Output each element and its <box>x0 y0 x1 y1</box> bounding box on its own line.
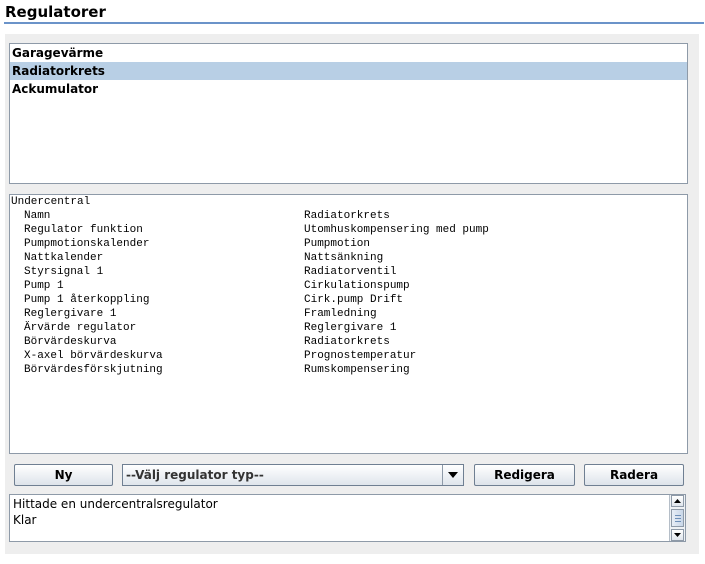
list-item-garagevarme[interactable]: Garagevärme <box>10 44 687 62</box>
list-item-ackumulator[interactable]: Ackumulator <box>10 80 687 98</box>
detail-key: Börvärdeskurva <box>24 336 117 348</box>
detail-row: X-axel börvärdeskurva Prognostemperatur <box>10 350 687 364</box>
status-line: Hittade en undercentralsregulator <box>13 497 218 511</box>
arrow-down-icon <box>674 533 681 537</box>
detail-key: Pump 1 återkoppling <box>24 294 150 306</box>
detail-value: Radiatorkrets <box>304 210 390 222</box>
arrow-up-icon <box>674 499 681 503</box>
detail-value: Radiatorventil <box>304 266 397 278</box>
regulator-list[interactable]: Garagevärme Radiatorkrets Ackumulator <box>9 43 688 184</box>
status-line: Klar <box>13 513 37 527</box>
detail-value: Pumpmotion <box>304 238 371 250</box>
detail-value: Framledning <box>304 308 377 320</box>
detail-key: Styrsignal 1 <box>24 266 104 278</box>
title-divider <box>4 22 704 24</box>
edit-button[interactable]: Redigera <box>474 464 575 486</box>
detail-row: Börvärdeskurva Radiatorkrets <box>10 336 687 350</box>
scroll-thumb[interactable] <box>671 509 684 527</box>
detail-key: X-axel börvärdeskurva <box>24 350 163 362</box>
detail-row: Pump 1 återkoppling Cirk.pump Drift <box>10 294 687 308</box>
detail-value: Utomhuskompensering med pump <box>304 224 489 236</box>
detail-key: Pump 1 <box>24 280 64 292</box>
dropdown-button[interactable] <box>442 465 463 485</box>
detail-row: Pump 1 Cirkulationspump <box>10 280 687 294</box>
detail-value: Nattsänkning <box>304 252 384 264</box>
list-item-radiatorkrets[interactable]: Radiatorkrets <box>10 62 687 80</box>
detail-row: Börvärdesförskjutning Rumskompensering <box>10 364 687 378</box>
detail-value: Rumskompensering <box>304 364 410 376</box>
regulator-type-value: --Välj regulator typ-- <box>126 468 264 482</box>
scroll-down-button[interactable] <box>671 529 684 541</box>
detail-key: Nattkalender <box>24 252 104 264</box>
detail-row: Styrsignal 1 Radiatorventil <box>10 266 687 280</box>
detail-row: Regulator funktion Utomhuskompensering me… <box>10 224 687 238</box>
detail-row: Namn Radiatorkrets <box>10 210 687 224</box>
detail-key: Börvärdesförskjutning <box>24 364 163 376</box>
details-header: Undercentral <box>11 196 91 208</box>
detail-row: Reglergivare 1 Framledning <box>10 308 687 322</box>
detail-value: Cirkulationspump <box>304 280 410 292</box>
page-title: Regulatorer <box>5 3 106 21</box>
detail-value: Radiatorkrets <box>304 336 390 348</box>
delete-button[interactable]: Radera <box>584 464 684 486</box>
new-button[interactable]: Ny <box>14 464 113 486</box>
detail-row: Nattkalender Nattsänkning <box>10 252 687 266</box>
detail-key: Reglergivare 1 <box>24 308 117 320</box>
chevron-down-icon <box>448 472 458 478</box>
status-log: Hittade en undercentralsregulator Klar <box>9 494 686 542</box>
regulator-details: Undercentral Namn Radiatorkrets Regulator… <box>9 194 688 454</box>
detail-value: Prognostemperatur <box>304 350 417 362</box>
regulator-type-select[interactable]: --Välj regulator typ-- <box>122 464 464 486</box>
detail-value: Reglergivare 1 <box>304 322 397 334</box>
status-scrollbar[interactable] <box>669 495 685 541</box>
detail-row: Ärvärde regulator Reglergivare 1 <box>10 322 687 336</box>
detail-key: Pumpmotionskalender <box>24 238 150 250</box>
detail-row: Pumpmotionskalender Pumpmotion <box>10 238 687 252</box>
detail-key: Namn <box>24 210 51 222</box>
scroll-up-button[interactable] <box>671 495 684 507</box>
detail-value: Cirk.pump Drift <box>304 294 404 306</box>
detail-key: Ärvärde regulator <box>24 322 137 334</box>
detail-key: Regulator funktion <box>24 224 143 236</box>
